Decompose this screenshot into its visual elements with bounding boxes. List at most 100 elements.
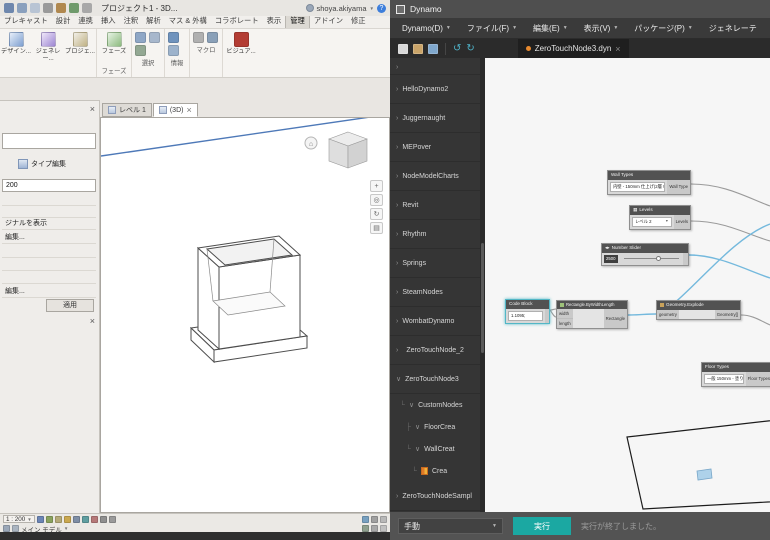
input-port-length[interactable]: length [557, 319, 573, 328]
generative-design-button[interactable]: ジェネレー... [33, 31, 64, 62]
render-icon[interactable] [73, 516, 80, 523]
node-header[interactable]: Floor Types [702, 363, 770, 372]
library-item[interactable]: ›WombatDynamo [390, 307, 480, 336]
redo-icon[interactable] [43, 3, 53, 13]
edit-type-button[interactable]: タイプ編集 [18, 159, 66, 169]
undo-icon[interactable]: ↺ [453, 44, 461, 54]
grip-icon[interactable] [380, 525, 387, 532]
tab-view[interactable]: 表示 [263, 16, 286, 28]
property-row-edit[interactable]: 編集... [2, 285, 96, 298]
menu-generative-design[interactable]: ジェネレーテ [701, 23, 765, 34]
tab-collaborate-link[interactable]: 連携 [74, 16, 97, 28]
viewcube-home-icon[interactable]: ⌂ [309, 141, 313, 148]
views-icon[interactable]: ▤ [370, 222, 383, 234]
close-tab-icon[interactable]: × [615, 44, 620, 54]
node-code-block[interactable]: Code Block 1.1095; [505, 299, 550, 324]
node-floor-types[interactable]: Floor Types 一般 150mm - 塗り...▼ Floor Type… [701, 362, 770, 387]
workspace-tab[interactable]: ZeroTouchNode3.dyn × [518, 39, 629, 58]
property-value-input[interactable]: 200 [2, 179, 96, 192]
macro-manager-icon[interactable] [193, 32, 204, 43]
output-port[interactable]: Rectangle [604, 309, 627, 328]
help-icon[interactable]: ? [377, 4, 386, 13]
dynamo-button[interactable]: ビジュア... [226, 31, 257, 55]
library-item[interactable]: ›Revit [390, 191, 480, 220]
tab-modify[interactable]: 修正 [347, 16, 370, 28]
output-port[interactable]: Floor Types [746, 372, 770, 386]
node-wall-types[interactable]: Wall Types 内壁 - 150mm 仕上げ(2層 90mm)▼ Wall… [607, 170, 691, 195]
close-view-icon[interactable]: × [186, 105, 191, 115]
filter-icon[interactable] [380, 516, 387, 523]
library-tree-customnodes[interactable]: └∨CustomNodes [390, 394, 480, 416]
library-item[interactable]: ›ZeroTouchNode_2 [390, 336, 480, 365]
menu-file[interactable]: ファイル(F)▼ [459, 23, 525, 34]
tab-insert[interactable]: 挿入 [97, 16, 120, 28]
slider-handle[interactable] [656, 256, 661, 261]
revit-3d-viewport[interactable]: ⌂ + ◎ ↻ ▤ [100, 117, 390, 513]
scrollbar-thumb[interactable] [481, 243, 484, 353]
type-selector[interactable] [2, 133, 96, 149]
library-item[interactable]: ›SteamNodes [390, 278, 480, 307]
menu-view[interactable]: 表示(V)▼ [576, 23, 627, 34]
rewind-icon[interactable]: ↻ [370, 208, 383, 220]
select-toggle-icon[interactable] [362, 525, 369, 532]
run-button[interactable]: 実行 [513, 517, 571, 535]
detail-level-icon[interactable] [37, 516, 44, 523]
active-model-label[interactable]: メイン モデル [21, 524, 62, 533]
shadows-icon[interactable] [64, 516, 71, 523]
slider-value[interactable]: 2500 [604, 255, 618, 263]
input-port-geometry[interactable]: geometry [657, 310, 679, 319]
select-group-label[interactable]: 選択 [132, 59, 164, 69]
new-file-icon[interactable] [398, 44, 408, 54]
orbit-icon[interactable]: ◎ [370, 194, 383, 206]
output-port[interactable]: Levels [674, 215, 690, 229]
select-by-id-icon[interactable] [149, 32, 160, 43]
tab-addins[interactable]: アドイン [310, 16, 347, 28]
pan-icon[interactable]: + [370, 180, 383, 192]
inquiry-group-label[interactable]: 情報 [165, 59, 189, 69]
node-levels[interactable]: ▦Levels レベル 2▼ Levels [629, 205, 691, 230]
select-ids-icon[interactable] [135, 32, 146, 43]
tab-design[interactable]: 設計 [52, 16, 75, 28]
view-tab-level1[interactable]: レベル 1 [102, 103, 152, 117]
output-port[interactable]: Geometry[] [715, 310, 740, 319]
property-row[interactable] [2, 258, 96, 271]
library-item[interactable]: ›NodeModelCharts [390, 162, 480, 191]
user-caret-icon[interactable]: ▼ [370, 6, 374, 11]
tab-manage[interactable]: 管理 [285, 16, 310, 28]
select-warnings-icon[interactable] [135, 45, 146, 56]
library-item[interactable]: ›HelloDynamo2 [390, 75, 480, 104]
phases-group-label[interactable]: フェーズ [97, 67, 131, 77]
tab-massing[interactable]: マス & 外構 [165, 16, 211, 28]
close-palette-icon[interactable]: × [90, 105, 95, 114]
reveal-hidden-icon[interactable] [109, 516, 116, 523]
code-block-value[interactable]: 1.1095; [508, 311, 543, 321]
hide-elements-icon[interactable] [100, 516, 107, 523]
property-row-edit[interactable]: 編集... [2, 231, 96, 244]
account-area[interactable]: shoya.akiyama ▼ ? [306, 4, 387, 13]
node-header[interactable]: Rectangle.ByWidthLength [557, 301, 627, 309]
floor-type-dropdown[interactable]: 一般 150mm - 塗り...▼ [704, 374, 744, 384]
node-header[interactable]: Wall Types [608, 171, 690, 180]
inquiry-icon[interactable] [168, 32, 179, 43]
node-rectangle-bywidthlength[interactable]: Rectangle.ByWidthLength width length Rec… [556, 300, 628, 329]
print-icon[interactable] [56, 3, 66, 13]
library-tree-create-node[interactable]: └Crea [390, 460, 480, 482]
input-port-width[interactable]: width [557, 309, 573, 319]
library-tree-wallcreate[interactable]: └∨WallCreat [390, 438, 480, 460]
run-mode-select[interactable]: 手動 ▼ [398, 518, 503, 534]
library-item-zerotouchnode3[interactable]: ∨ZeroTouchNode3 [390, 365, 480, 394]
tab-analyze[interactable]: 解析 [142, 16, 165, 28]
slider-track[interactable] [624, 258, 679, 259]
menu-packages[interactable]: パッケージ(P)▼ [626, 23, 700, 34]
undo-icon[interactable] [30, 3, 40, 13]
apply-button[interactable]: 適用 [46, 299, 94, 312]
worksharing-icon[interactable] [362, 516, 369, 523]
redo-icon[interactable]: ↻ [466, 44, 474, 54]
drag-elements-icon[interactable] [371, 525, 378, 532]
library-item[interactable]: ›MEPover [390, 133, 480, 162]
output-port[interactable] [683, 253, 688, 265]
node-number-slider[interactable]: ◂▸Number Slider 2500 [601, 243, 689, 266]
view-tab-3d[interactable]: (3D) × [153, 103, 198, 117]
tab-annotate[interactable]: 注釈 [120, 16, 143, 28]
node-header[interactable]: ◂▸Number Slider [602, 244, 688, 253]
